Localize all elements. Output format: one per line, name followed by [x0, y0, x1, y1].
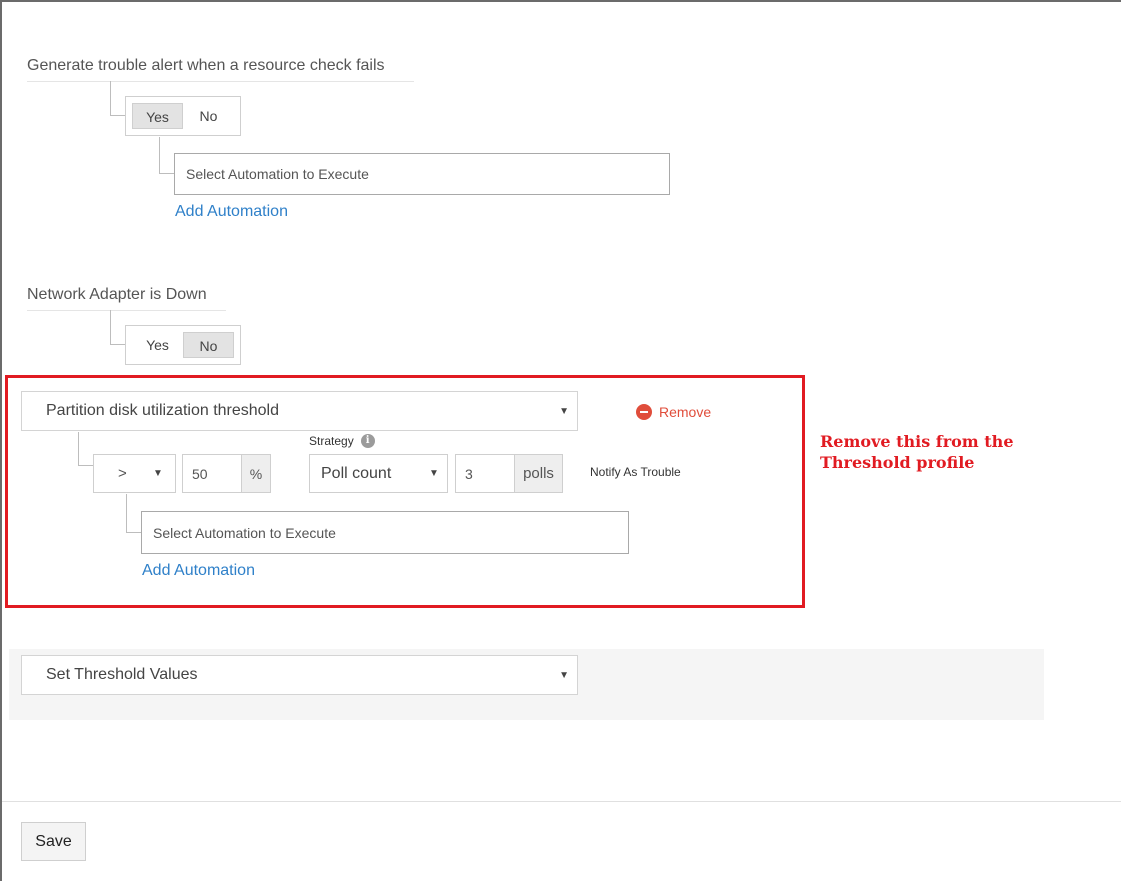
- window-top-border: [0, 0, 1121, 2]
- set-threshold-values-text: Set Threshold Values: [46, 666, 198, 683]
- tree-connector: [110, 81, 126, 116]
- network-adapter-yes-button[interactable]: Yes: [132, 332, 183, 358]
- trouble-alert-automation-input[interactable]: Select Automation to Execute: [174, 153, 670, 195]
- network-adapter-label: Network Adapter is Down: [27, 286, 226, 311]
- annotation-line-2: Threshold profile: [820, 453, 975, 472]
- trouble-alert-add-automation-link[interactable]: Add Automation: [175, 203, 288, 221]
- footer-divider: [2, 801, 1121, 802]
- window-left-border: [0, 0, 2, 881]
- annotation-highlight-box: [5, 375, 805, 608]
- trouble-alert-toggle: Yes No: [125, 96, 241, 136]
- trouble-alert-no-button[interactable]: No: [183, 103, 234, 129]
- save-button[interactable]: Save: [21, 822, 86, 861]
- set-threshold-values-select[interactable]: Set Threshold Values ▼: [21, 655, 578, 695]
- tree-connector: [110, 310, 126, 345]
- annotation-line-1: Remove this from the: [820, 432, 1014, 451]
- network-adapter-toggle: Yes No: [125, 325, 241, 365]
- trouble-alert-label: Generate trouble alert when a resource c…: [27, 57, 414, 82]
- tree-connector: [159, 137, 175, 174]
- network-adapter-no-button[interactable]: No: [182, 332, 234, 358]
- trouble-alert-yes-button[interactable]: Yes: [132, 103, 184, 129]
- annotation-note: Remove this from the Threshold profile: [820, 431, 1050, 473]
- caret-down-icon: ▼: [559, 669, 569, 681]
